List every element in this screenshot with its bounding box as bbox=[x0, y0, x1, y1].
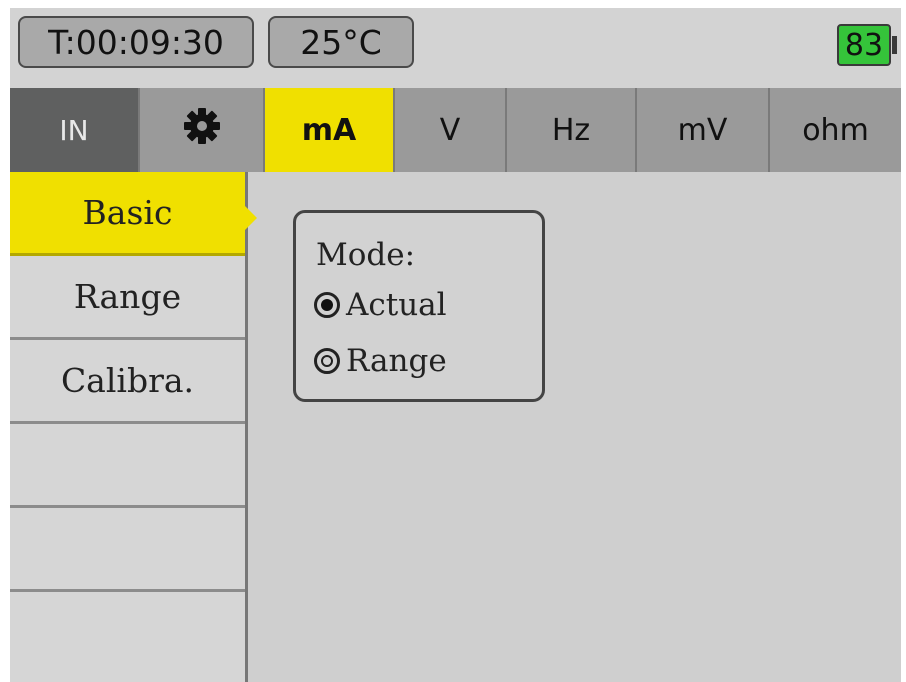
radio-unselected-icon bbox=[314, 348, 340, 374]
tab-mv[interactable]: mV bbox=[637, 88, 770, 172]
status-bar: T:00:09:30 25°C 83 bbox=[10, 8, 901, 88]
tab-ohm[interactable]: ohm bbox=[770, 88, 901, 172]
menu-item-basic[interactable]: Basic bbox=[10, 172, 245, 256]
tab-bar: IN mA V Hz mV ohm bbox=[10, 88, 901, 172]
tab-settings[interactable] bbox=[140, 88, 265, 172]
mode-option-label: Actual bbox=[346, 287, 447, 323]
device-screen: T:00:09:30 25°C 83 IN mA V Hz mV ohm Bas… bbox=[10, 8, 901, 682]
mode-option-range[interactable]: Range bbox=[314, 343, 447, 379]
menu-item-empty-2[interactable] bbox=[10, 508, 245, 592]
timer-display: T:00:09:30 bbox=[18, 16, 254, 68]
tab-hz[interactable]: Hz bbox=[507, 88, 637, 172]
menu-item-empty-3[interactable] bbox=[10, 592, 245, 676]
menu-item-empty-1[interactable] bbox=[10, 424, 245, 508]
selected-arrow-icon bbox=[245, 206, 257, 230]
temperature-display: 25°C bbox=[268, 16, 414, 68]
gear-icon bbox=[182, 106, 222, 154]
mode-panel: Mode: Actual Range bbox=[293, 210, 545, 402]
mode-option-actual[interactable]: Actual bbox=[314, 287, 447, 323]
tab-ma[interactable]: mA bbox=[265, 88, 395, 172]
tab-v[interactable]: V bbox=[395, 88, 507, 172]
mode-option-label: Range bbox=[346, 343, 447, 379]
menu-item-range[interactable]: Range bbox=[10, 256, 245, 340]
mode-title: Mode: bbox=[316, 237, 416, 273]
tab-in[interactable]: IN bbox=[10, 88, 140, 172]
side-menu: Basic Range Calibra. bbox=[10, 172, 257, 682]
radio-selected-icon bbox=[314, 292, 340, 318]
battery-indicator: 83 bbox=[837, 24, 897, 66]
menu-item-calibration[interactable]: Calibra. bbox=[10, 340, 245, 424]
